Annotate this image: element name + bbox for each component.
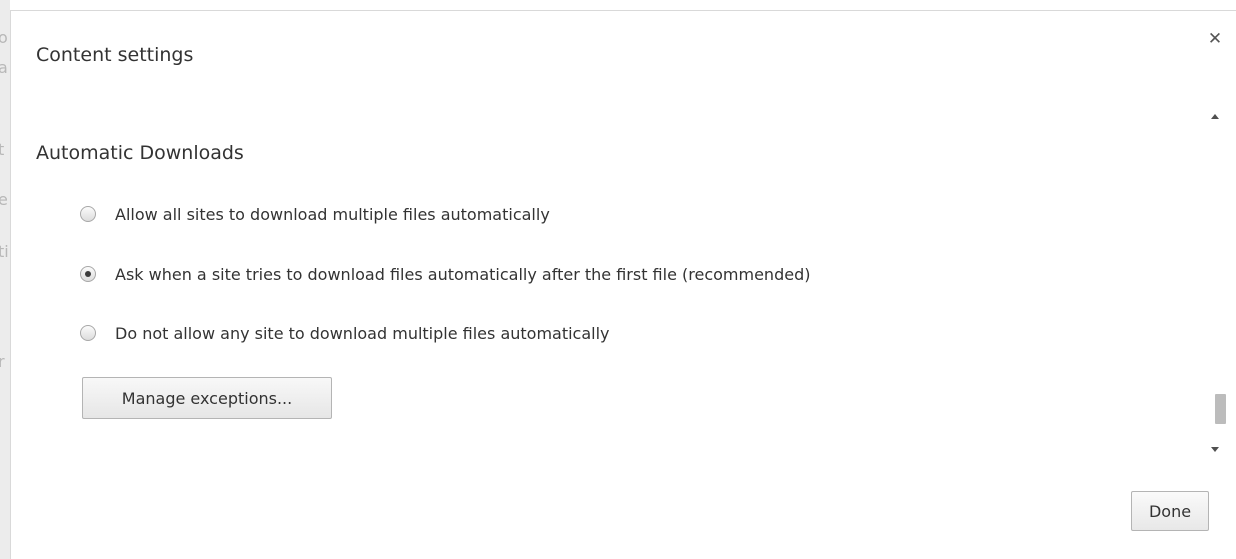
content-settings-dialog: Content settings ✕ Automatic Downloads A… (10, 10, 1236, 559)
radio-label: Do not allow any site to download multip… (115, 323, 610, 343)
section-title: Automatic Downloads (36, 142, 244, 164)
page: o a t e ti r Content settings ✕ Automati… (0, 0, 1236, 559)
scroll-thumb[interactable] (1215, 394, 1226, 424)
dialog-title: Content settings (36, 44, 194, 66)
radio-button-selected[interactable] (80, 266, 96, 282)
radio-button[interactable] (80, 206, 96, 222)
background-page: o a t e ti r (0, 0, 10, 559)
close-icon[interactable]: ✕ (1206, 30, 1224, 48)
scroll-up-arrow-icon[interactable] (1211, 114, 1219, 119)
scroll-down-arrow-icon[interactable] (1211, 447, 1219, 452)
radio-button[interactable] (80, 325, 96, 341)
manage-exceptions-button[interactable]: Manage exceptions... (82, 377, 332, 419)
radio-option-allow[interactable]: Allow all sites to download multiple fil… (80, 202, 550, 226)
scrollbar[interactable] (1206, 99, 1226, 459)
radio-option-block[interactable]: Do not allow any site to download multip… (80, 321, 610, 345)
radio-label: Allow all sites to download multiple fil… (115, 204, 550, 224)
done-button[interactable]: Done (1131, 491, 1209, 531)
radio-label: Ask when a site tries to download files … (115, 264, 811, 284)
radio-option-ask[interactable]: Ask when a site tries to download files … (80, 262, 810, 286)
